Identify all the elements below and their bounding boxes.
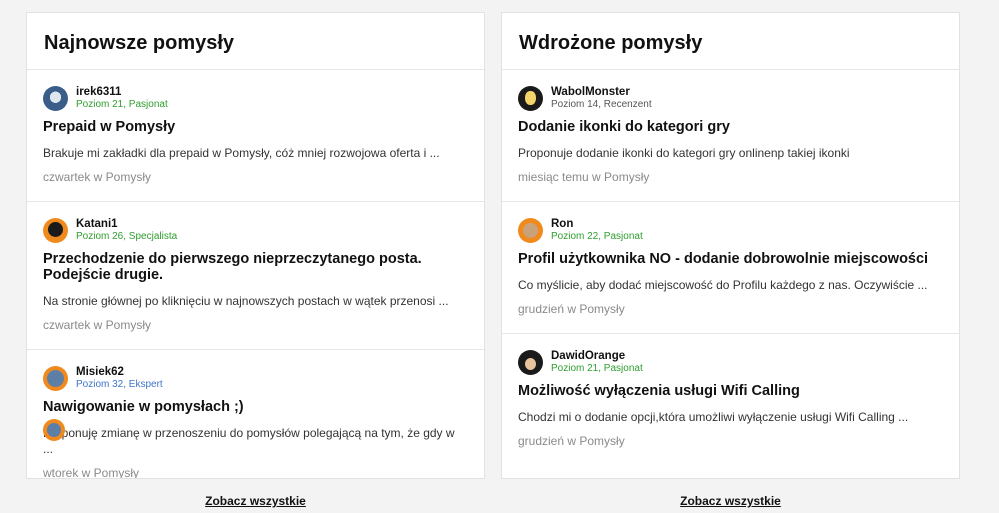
author-rank: Poziom 26, Specjalista — [76, 230, 178, 242]
post-excerpt: Proponuje dodanie ikonki do kategori gry… — [518, 146, 850, 160]
author-name[interactable]: DawidOrange — [551, 350, 643, 363]
avatar[interactable] — [43, 365, 68, 391]
author-row: WabolMonster Poziom 14, Recenzent — [518, 85, 943, 111]
post-excerpt: Brakuje mi zakładki dla prepaid w Pomysł… — [43, 146, 440, 160]
post-time: miesiąc temu w Pomysły — [518, 170, 650, 184]
latest-ideas-title: Najnowsze pomysły — [44, 31, 235, 54]
post-time: wtorek w Pomysły — [43, 466, 140, 479]
implemented-ideas-title: Wdrożone pomysły — [519, 31, 703, 54]
avatar[interactable] — [518, 217, 543, 243]
author-name[interactable]: Ron — [551, 218, 643, 231]
idea-post[interactable]: irek6311 Poziom 21, Pasjonat Prepaid w P… — [27, 70, 484, 202]
hover-avatar — [43, 419, 65, 441]
author-meta: WabolMonster Poziom 14, Recenzent — [551, 86, 652, 111]
implemented-ideas-column: Wdrożone pomysły WabolMonster Poziom 14,… — [501, 12, 960, 508]
idea-post[interactable]: Katani1 Poziom 26, Specjalista Przechodz… — [27, 202, 484, 350]
author-name[interactable]: Misiek62 — [76, 366, 163, 379]
idea-post[interactable]: Misiek62 Poziom 32, Ekspert Nawigowanie … — [27, 350, 484, 479]
post-time: czwartek w Pomysły — [43, 318, 152, 332]
author-row: DawidOrange Poziom 21, Pasjonat — [518, 349, 943, 375]
idea-post[interactable]: DawidOrange Poziom 21, Pasjonat Możliwoś… — [502, 334, 959, 465]
avatar[interactable] — [518, 85, 543, 111]
post-time: grudzień w Pomysły — [518, 302, 625, 316]
post-title[interactable]: Możliwość wyłączenia usługi Wifi Calling — [518, 383, 943, 399]
see-all-implemented-link[interactable]: Zobacz wszystkie — [501, 494, 960, 508]
implemented-ideas-header: Wdrożone pomysły — [502, 13, 959, 70]
author-rank: Poziom 14, Recenzent — [551, 98, 652, 110]
post-excerpt: Na stronie głównej po kliknięciu w najno… — [43, 294, 449, 308]
author-meta: DawidOrange Poziom 21, Pasjonat — [551, 350, 643, 375]
author-meta: Misiek62 Poziom 32, Ekspert — [76, 366, 163, 391]
author-meta: irek6311 Poziom 21, Pasjonat — [76, 86, 168, 111]
author-row: Ron Poziom 22, Pasjonat — [518, 217, 943, 243]
author-rank: Poziom 22, Pasjonat — [551, 230, 643, 242]
implemented-ideas-card: Wdrożone pomysły WabolMonster Poziom 14,… — [501, 12, 960, 479]
post-excerpt: Proponuję zmianę w przenoszeniu do pomys… — [43, 426, 455, 456]
author-meta: Ron Poziom 22, Pasjonat — [551, 218, 643, 243]
latest-ideas-header: Najnowsze pomysły — [27, 13, 484, 70]
idea-post[interactable]: WabolMonster Poziom 14, Recenzent Dodani… — [502, 70, 959, 202]
post-time: grudzień w Pomysły — [518, 434, 625, 448]
author-rank: Poziom 21, Pasjonat — [76, 98, 168, 110]
author-meta: Katani1 Poziom 26, Specjalista — [76, 218, 177, 243]
author-row: Misiek62 Poziom 32, Ekspert — [43, 365, 468, 391]
author-rank: Poziom 21, Pasjonat — [551, 362, 643, 374]
author-row: irek6311 Poziom 21, Pasjonat — [43, 85, 468, 111]
author-name[interactable]: Katani1 — [76, 218, 177, 231]
latest-ideas-column: Najnowsze pomysły irek6311 Poziom 21, Pa… — [26, 12, 485, 508]
post-excerpt: Co myślicie, aby dodać miejscowość do Pr… — [518, 278, 928, 292]
post-title[interactable]: Nawigowanie w pomysłach ;) — [43, 399, 468, 415]
author-rank: Poziom 32, Ekspert — [76, 378, 163, 390]
latest-ideas-card: Najnowsze pomysły irek6311 Poziom 21, Pa… — [26, 12, 485, 479]
post-title[interactable]: Prepaid w Pomysły — [43, 119, 468, 135]
author-name[interactable]: irek6311 — [76, 86, 168, 99]
post-excerpt: Chodzi mi o dodanie opcji,która umożliwi… — [518, 410, 909, 424]
author-name[interactable]: WabolMonster — [551, 86, 652, 99]
author-row: Katani1 Poziom 26, Specjalista — [43, 217, 468, 243]
avatar[interactable] — [43, 217, 68, 243]
see-all-latest-link[interactable]: Zobacz wszystkie — [26, 494, 485, 508]
post-title[interactable]: Profil użytkownika NO - dodanie dobrowol… — [518, 251, 943, 267]
post-title[interactable]: Przechodzenie do pierwszego nieprzeczyta… — [43, 251, 468, 283]
post-title[interactable]: Dodanie ikonki do kategori gry — [518, 119, 943, 135]
idea-post[interactable]: Ron Poziom 22, Pasjonat Profil użytkowni… — [502, 202, 959, 334]
post-time: czwartek w Pomysły — [43, 170, 152, 184]
avatar[interactable] — [43, 85, 68, 111]
avatar[interactable] — [518, 349, 543, 375]
